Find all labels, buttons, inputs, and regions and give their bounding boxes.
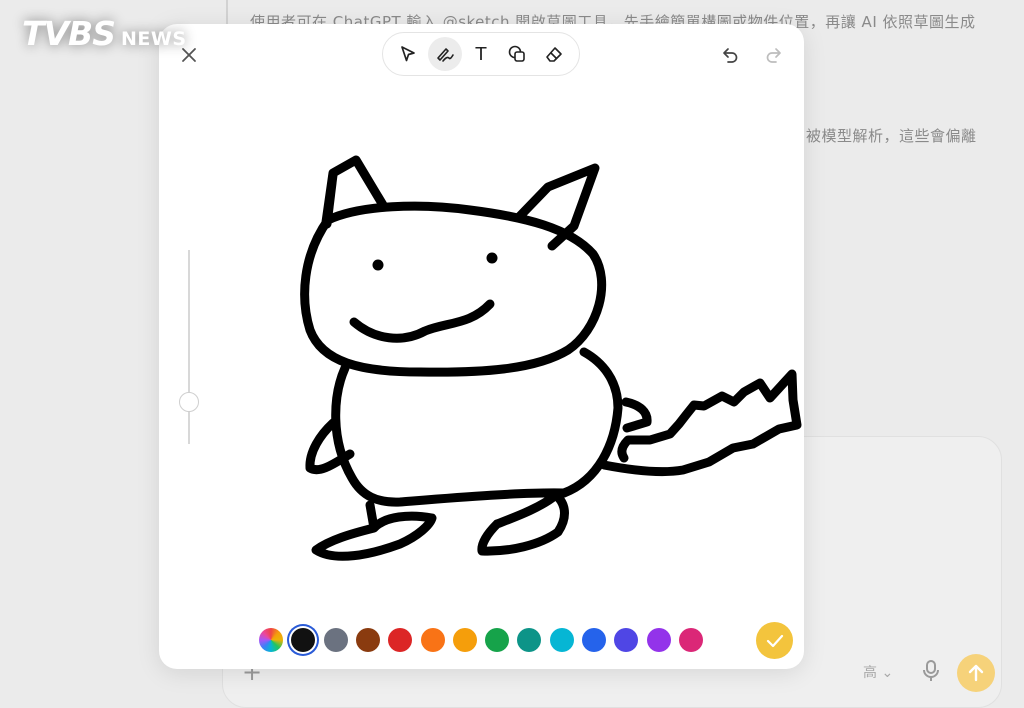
tvbs-news-logo: TVBS NEWS: [22, 14, 187, 54]
redo-button[interactable]: [761, 42, 787, 68]
text-tool-button[interactable]: T: [464, 37, 498, 71]
color-swatch[interactable]: [679, 628, 703, 652]
brush-size-slider-track[interactable]: [188, 250, 190, 444]
color-swatch[interactable]: [421, 628, 445, 652]
color-swatch[interactable]: [647, 628, 671, 652]
color-swatch[interactable]: [453, 628, 477, 652]
undo-button[interactable]: [717, 42, 743, 68]
confirm-button[interactable]: [756, 622, 793, 659]
logo-main-text: TVBS: [22, 14, 116, 53]
checkmark-icon: [766, 634, 783, 647]
brush-size-slider-thumb[interactable]: [179, 392, 199, 412]
sketch-toolbar: T: [382, 32, 580, 76]
redo-icon: [766, 48, 781, 63]
cursor-icon: [401, 46, 416, 62]
color-swatch[interactable]: [550, 628, 574, 652]
quality-select[interactable]: 高 ⌄: [863, 662, 893, 682]
color-swatch[interactable]: [485, 628, 509, 652]
color-swatch[interactable]: [582, 628, 606, 652]
eraser-icon: [545, 47, 562, 62]
undo-icon: [723, 48, 738, 63]
color-picker-swatch[interactable]: [259, 628, 283, 652]
shapes-icon: [509, 45, 526, 62]
select-tool-button[interactable]: [391, 37, 425, 71]
sketch-modal: [159, 24, 804, 669]
pen-icon: [436, 48, 454, 62]
color-swatch[interactable]: [388, 628, 412, 652]
eraser-tool-button[interactable]: [537, 37, 571, 71]
color-swatch[interactable]: [291, 628, 315, 652]
send-button[interactable]: [957, 654, 995, 692]
microphone-icon[interactable]: [921, 660, 941, 682]
draw-tool-button[interactable]: [427, 37, 462, 71]
arrow-up-icon: [968, 664, 984, 682]
logo-sub-text: NEWS: [120, 28, 187, 50]
text-icon: T: [475, 43, 487, 65]
shapes-tool-button[interactable]: [500, 37, 534, 71]
color-swatch[interactable]: [517, 628, 541, 652]
color-swatch[interactable]: [356, 628, 380, 652]
article-text-line: 被模型解析，這些會偏離: [806, 127, 977, 145]
color-swatch[interactable]: [614, 628, 638, 652]
color-swatch[interactable]: [324, 628, 348, 652]
